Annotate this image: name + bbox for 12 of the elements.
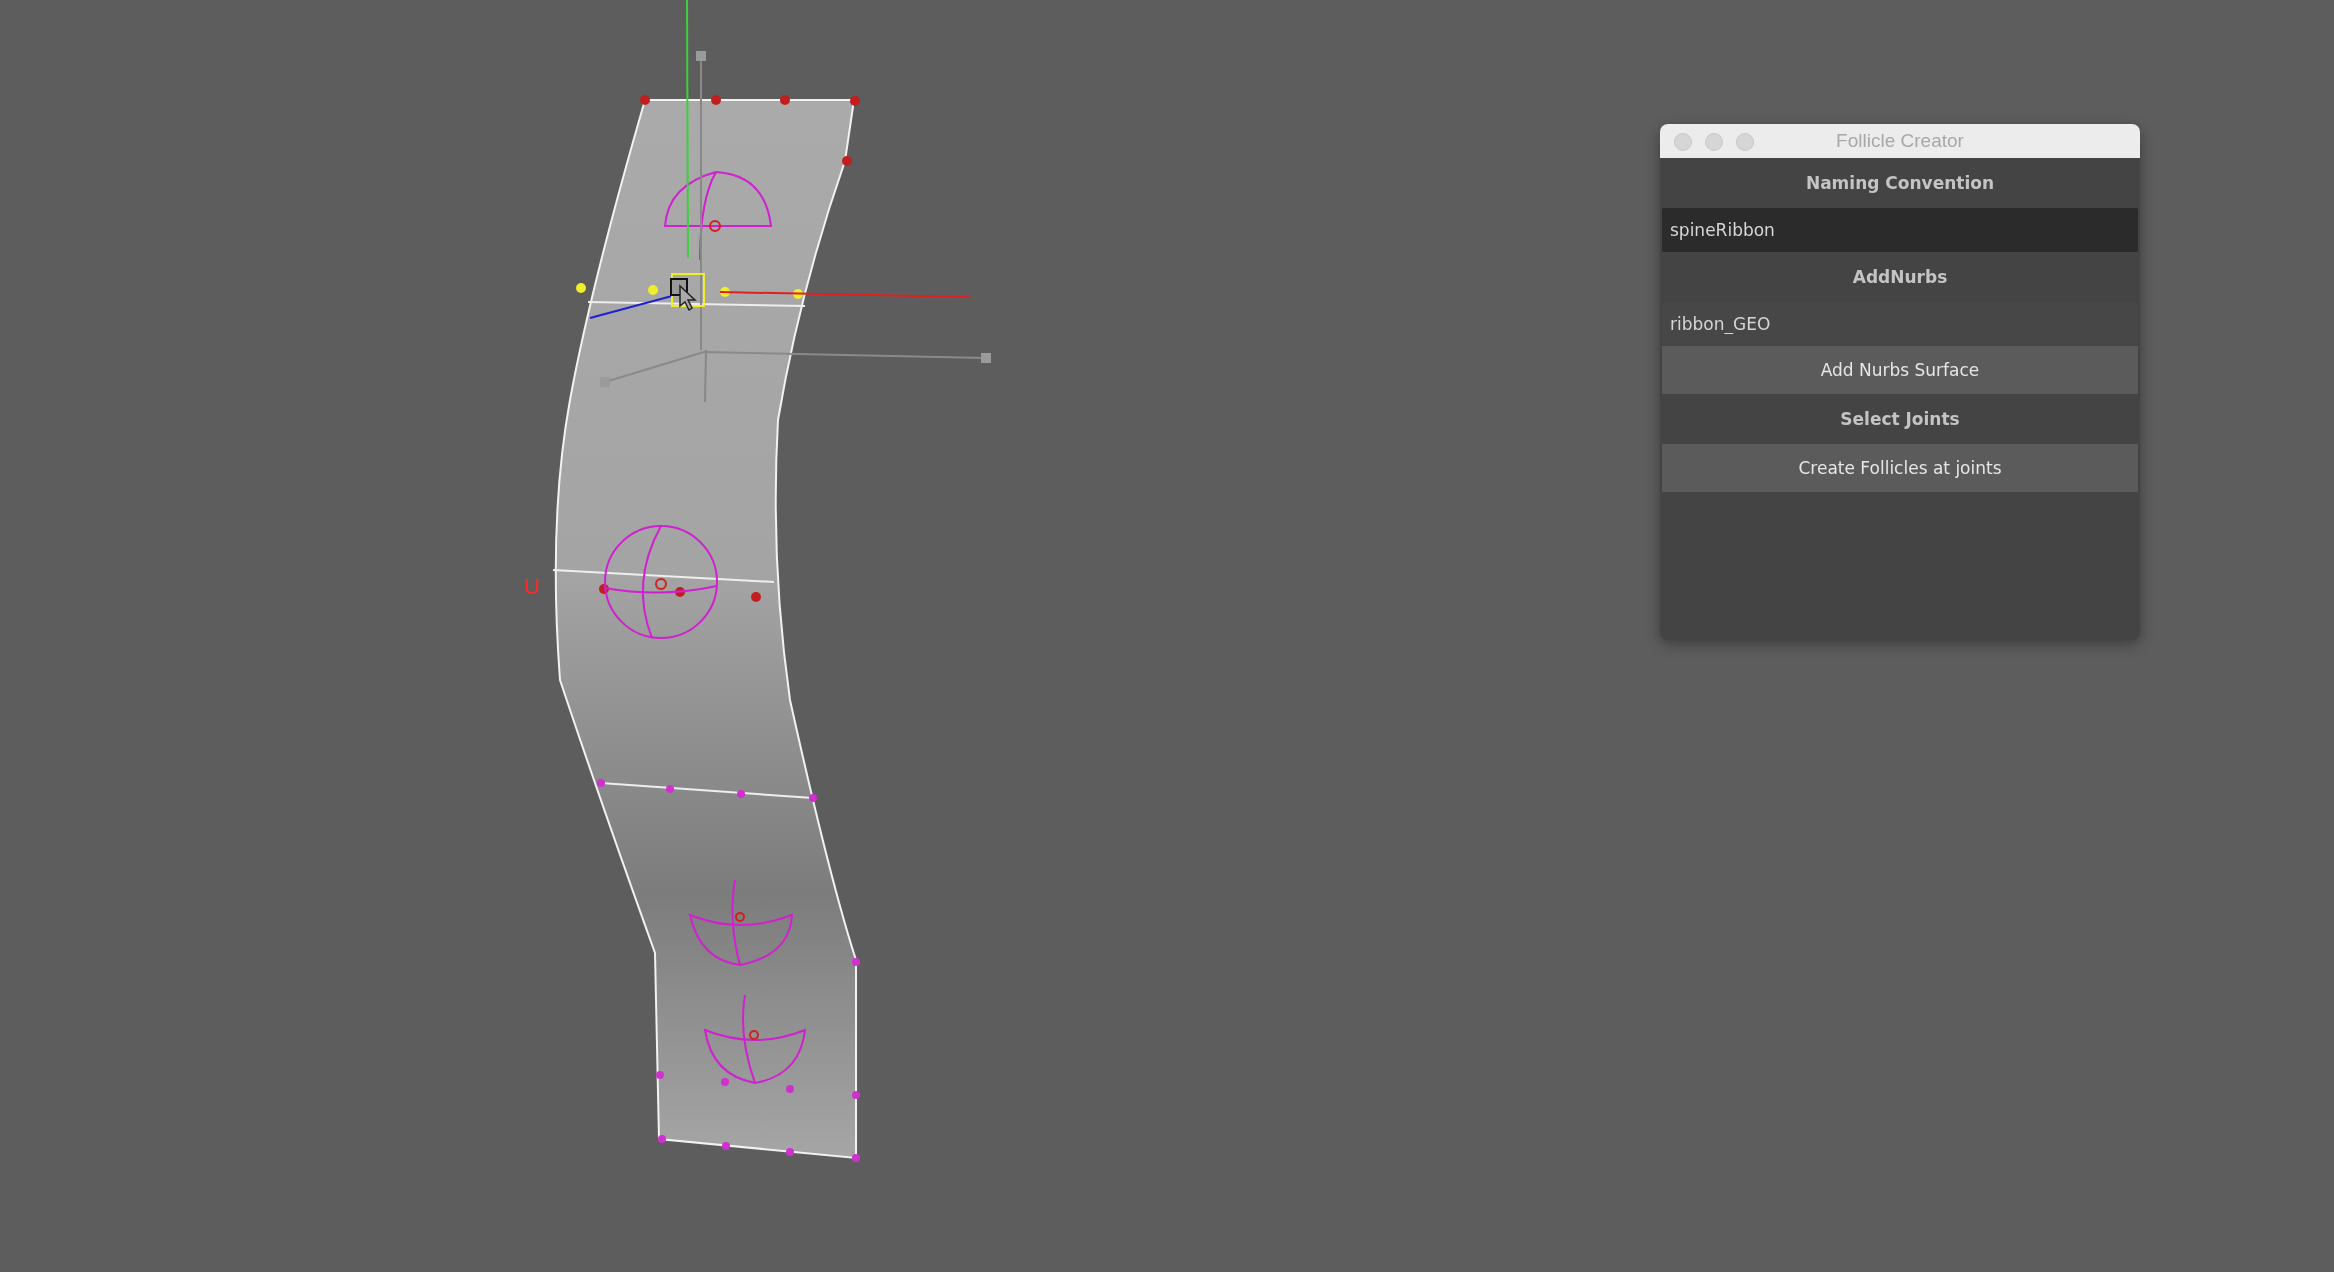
text-field[interactable]: spineRibbon xyxy=(1662,208,2138,252)
section-header: Select Joints xyxy=(1839,408,1961,431)
section-header: Naming Convention xyxy=(1804,172,1996,195)
close-button[interactable] xyxy=(1674,133,1692,151)
cursor-icon xyxy=(679,284,697,312)
window-title: Follicle Creator xyxy=(1836,130,1964,152)
minimize-button[interactable] xyxy=(1705,133,1723,151)
axis-label: U xyxy=(524,574,540,599)
action-button[interactable]: Create Follicles at joints xyxy=(1662,444,2138,492)
zoom-button[interactable] xyxy=(1736,133,1754,151)
action-button[interactable]: Add Nurbs Surface xyxy=(1662,346,2138,394)
section-header: AddNurbs xyxy=(1851,266,1949,289)
